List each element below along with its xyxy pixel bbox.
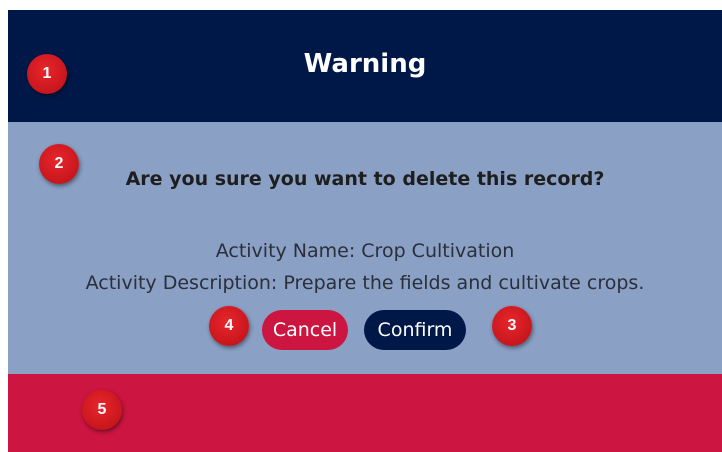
confirm-button[interactable]: Confirm	[364, 310, 466, 350]
confirmation-question: Are you sure you want to delete this rec…	[125, 168, 605, 190]
cancel-button[interactable]: Cancel	[262, 310, 348, 350]
annotation-marker-1: 1	[27, 54, 67, 94]
warning-dialog: Warning Are you sure you want to delete …	[8, 10, 722, 452]
annotation-marker-5: 5	[82, 390, 122, 430]
annotation-marker-4: 4	[209, 306, 249, 346]
annotation-marker-2: 2	[39, 144, 79, 184]
dialog-header: Warning	[8, 10, 722, 122]
dialog-title: Warning	[303, 49, 427, 79]
annotation-marker-3: 3	[492, 306, 532, 346]
activity-name-text: Activity Name: Crop Cultivation	[215, 240, 515, 262]
dialog-body: Are you sure you want to delete this rec…	[8, 122, 722, 374]
activity-description-text: Activity Description: Prepare the fields…	[85, 272, 645, 294]
